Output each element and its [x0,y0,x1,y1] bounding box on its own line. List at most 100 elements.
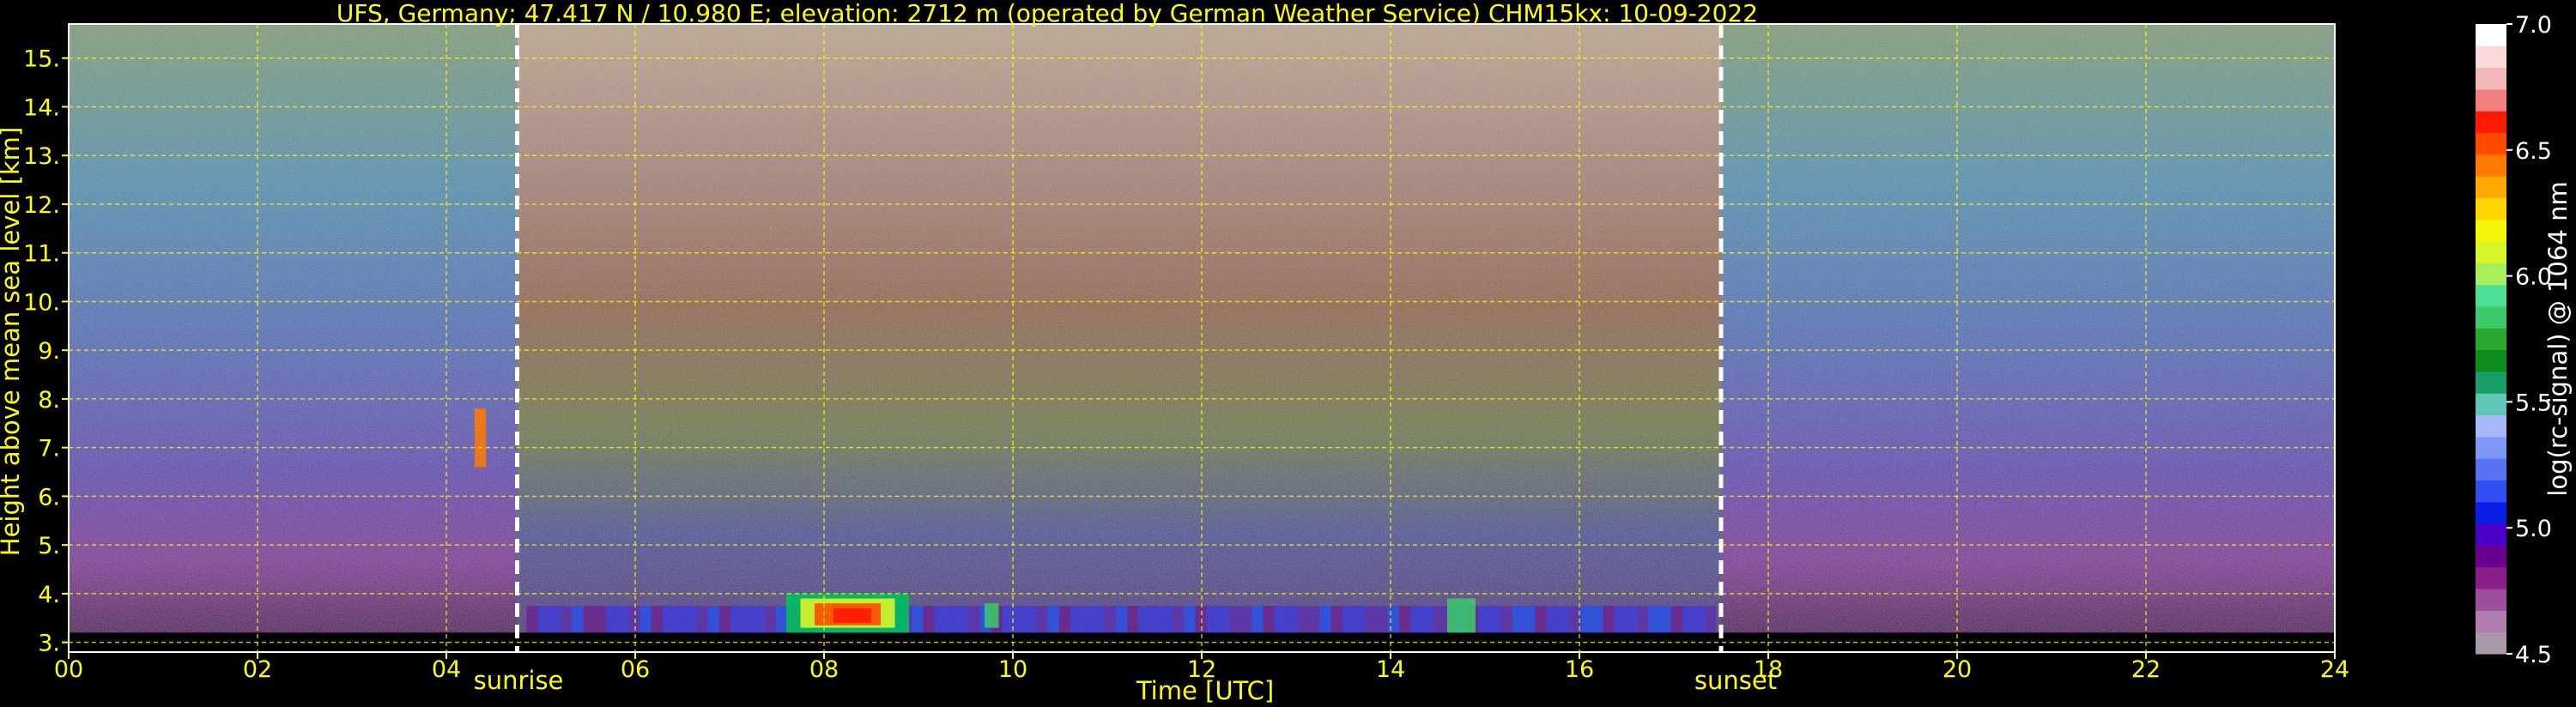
layer-cell [1500,606,1512,633]
layer-cell [707,606,719,633]
y-tick-label: 4. [38,582,60,608]
layer-cell [753,606,765,633]
x-tick-label: 06 [621,656,650,683]
layer-cell [1138,606,1150,633]
layer-cell [1093,606,1105,633]
layer-cell [1047,606,1059,633]
layer-cell [1206,606,1218,633]
x-tick-label: 24 [2320,656,2349,683]
layer-cell [1285,606,1298,633]
layer-cell [696,606,708,633]
y-axis-label: Height above mean sea level [km] [0,127,25,556]
layer-cell [1058,606,1071,633]
layer-cell [1387,606,1399,633]
y-tick-label: 5. [38,533,60,559]
layer-cell [1557,606,1569,633]
layer-cell [1297,606,1309,633]
y-tick-label: 7. [38,436,60,462]
x-tick-label: 20 [1943,656,1972,683]
layer-cell [1433,606,1445,633]
layer-cell [572,606,584,633]
layer-cell [1308,606,1320,633]
layer-cell [594,606,606,633]
cloud-blob [985,603,999,628]
layer-cell [1535,606,1547,633]
layer-cell [605,606,618,633]
colorbar-segment [2476,414,2506,438]
layer-cell [1354,606,1366,633]
colorbar-segment [2476,24,2506,46]
y-tick-label: 8. [38,387,60,414]
layer-cell [1184,606,1196,633]
layer-cell [730,606,742,633]
colorbar-tick-label: 5.0 [2515,516,2552,542]
layer-cell [1082,606,1094,633]
cloud-blob [1447,598,1476,633]
colorbar-segment [2476,88,2506,112]
colorbar-segment [2476,631,2506,655]
y-axis: 3. 4. 5. 6. 7. 8. 9. 10. 11. 12. 13. 14. 15. [23,46,69,657]
layer-cell [1489,606,1501,633]
ceilometer-chart: 3. 4. 5. 6. 7. 8. 9. 10. 11. 12. 13. 14. 15. 00 02 04 0… [0,0,2573,705]
cloud-blob [475,408,487,468]
layer-cell [1682,606,1694,633]
layer-cell [1025,606,1037,633]
layer-cell [923,606,935,633]
colorbar-segment [2476,436,2506,459]
layer-cell [1637,606,1649,633]
layer-cell [651,606,663,633]
x-axis-label: Time [UTC] [1136,676,1274,705]
layer-cell [561,606,573,633]
plot-area [68,23,2336,653]
layer-cell [1252,606,1264,633]
colorbar-segment [2476,480,2506,503]
layer-cell [1274,606,1286,633]
layer-cell [526,606,538,633]
colorbar-segment [2476,458,2506,481]
layer-cell [1694,606,1706,633]
colorbar-segment [2476,523,2506,546]
layer-cell [674,606,686,633]
colorbar-segment [2476,393,2506,416]
layer-cell [1421,606,1433,633]
layer-cell [639,606,652,633]
colorbar-segment [2476,371,2506,394]
layer-cell [1195,606,1207,633]
layer-cell [1512,606,1524,633]
colorbar-segment [2476,263,2506,286]
colorbar-segment [2476,566,2506,589]
colorbar-segment [2476,154,2506,177]
layer-cell [742,606,754,633]
layer-cell [1614,606,1626,633]
layer-cell [685,606,697,633]
layer-cell [968,606,980,633]
colorbar-label: log(rc-signal) @ 1064 nm [2543,181,2573,496]
layer-cell [912,606,924,633]
layer-cell [583,606,595,633]
layer-cell [1149,606,1161,633]
y-tick-label: 12. [23,192,60,219]
y-tick-label: 13. [23,143,60,170]
y-tick-label: 11. [23,241,60,268]
colorbar-segment [2476,111,2506,134]
layer-cell [1104,606,1116,633]
y-tick-label: 10. [23,289,60,316]
layer-cell [1376,606,1388,633]
y-tick-label: 15. [23,46,60,73]
y-tick-label: 9. [38,338,60,365]
layer-cell [1648,606,1660,633]
layer-cell [1603,606,1615,633]
x-tick-label: 00 [54,656,83,683]
y-tick-label: 14. [23,94,60,121]
layer-cell [1228,606,1241,633]
layer-cell [549,606,561,633]
layer-cell [1670,606,1682,633]
layer-cell [957,606,969,633]
x-tick-label: 22 [2131,656,2161,683]
layer-cell [1524,606,1536,633]
layer-cell [1070,606,1082,633]
layer-cell [617,606,629,633]
layer-cell [1591,606,1603,633]
x-tick-label: 08 [809,656,839,683]
layer-cell [1546,606,1558,633]
